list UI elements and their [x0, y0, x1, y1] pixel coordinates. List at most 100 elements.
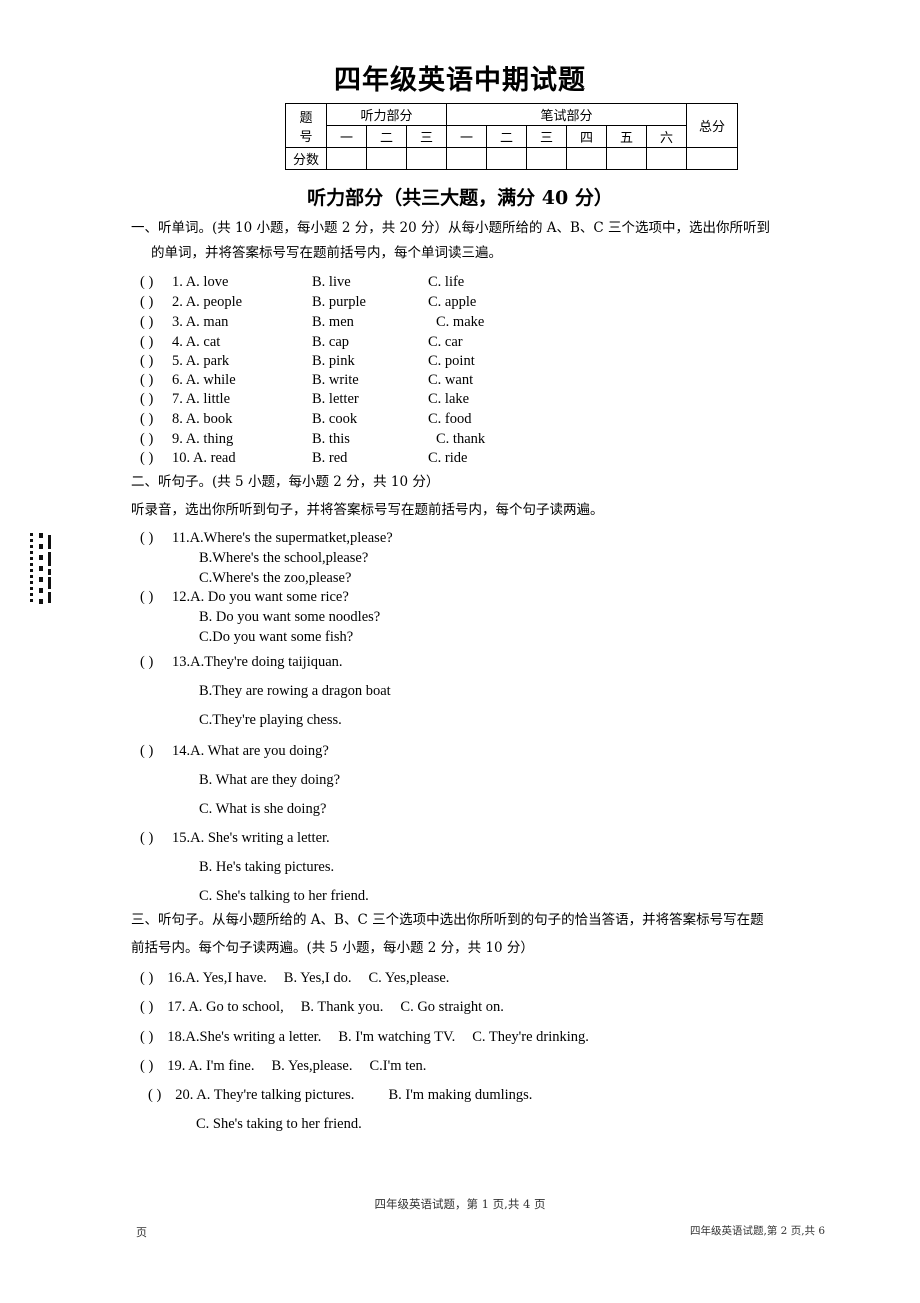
option-b[interactable]: B. live	[312, 274, 351, 291]
question-item-15[interactable]: ( ) 15.A. She's writing a letter. B. He'…	[140, 824, 369, 911]
option-a[interactable]: 18.A.She's writing a letter.	[167, 1029, 321, 1045]
question-item-18[interactable]: ( ) 18.A.She's writing a letter. B. I'm wa…	[140, 1029, 589, 1046]
option-b[interactable]: B. Yes,I do.	[284, 970, 352, 986]
option-a[interactable]: 16.A. Yes,I have.	[167, 970, 266, 986]
answer-bracket[interactable]: ( )	[140, 999, 153, 1015]
score-blank[interactable]	[606, 147, 647, 170]
option-b[interactable]: B.They are rowing a dragon boat	[172, 677, 391, 706]
answer-bracket[interactable]: ( )	[140, 587, 153, 607]
answer-bracket[interactable]: ( )	[140, 353, 153, 370]
option-b[interactable]: B. this	[312, 431, 350, 448]
answer-bracket[interactable]: ( )	[140, 648, 153, 677]
score-blank-total[interactable]	[686, 147, 738, 170]
option-c[interactable]: C. make	[436, 314, 484, 331]
answer-bracket[interactable]: ( )	[140, 970, 153, 986]
option-b[interactable]: B. red	[312, 450, 347, 467]
option-c[interactable]: C. point	[428, 353, 475, 370]
option-a[interactable]: 3. A. man	[172, 314, 228, 331]
answer-bracket[interactable]: ( )	[148, 1087, 161, 1103]
option-b[interactable]: B.Where's the school,please?	[172, 548, 393, 568]
score-blank[interactable]	[526, 147, 567, 170]
answer-bracket[interactable]: ( )	[140, 431, 153, 448]
option-a[interactable]: 20. A. They're talking pictures.	[175, 1087, 354, 1103]
question-item-20-option-c[interactable]: C. She's taking to her friend.	[196, 1116, 362, 1133]
option-b[interactable]: B. He's taking pictures.	[172, 853, 369, 882]
option-c[interactable]: C.Where's the zoo,please?	[172, 568, 393, 588]
answer-bracket[interactable]: ( )	[140, 737, 153, 766]
answer-bracket[interactable]: ( )	[140, 824, 153, 853]
option-a[interactable]: 12.A. Do you want some rice?	[172, 587, 380, 607]
option-a[interactable]: 9. A. thing	[172, 431, 233, 448]
score-blank[interactable]	[446, 147, 487, 170]
option-b[interactable]: B. I'm making dumlings.	[388, 1087, 532, 1103]
option-c[interactable]: C.I'm ten.	[369, 1058, 426, 1074]
answer-bracket[interactable]: ( )	[140, 372, 153, 389]
option-c[interactable]: C. car	[428, 334, 463, 351]
option-a[interactable]: 4. A. cat	[172, 334, 220, 351]
option-b[interactable]: B. purple	[312, 294, 366, 311]
option-a[interactable]: 1. A. love	[172, 274, 228, 291]
answer-bracket[interactable]: ( )	[140, 314, 153, 331]
option-b[interactable]: B. men	[312, 314, 354, 331]
answer-bracket[interactable]: ( )	[140, 1029, 153, 1045]
answer-bracket[interactable]: ( )	[140, 391, 153, 408]
option-a[interactable]: 2. A. people	[172, 294, 242, 311]
question-item-17[interactable]: ( ) 17. A. Go to school, B. Thank you. C. G…	[140, 999, 504, 1016]
score-blank[interactable]	[566, 147, 607, 170]
option-c[interactable]: C. What is she doing?	[172, 795, 340, 824]
answer-bracket[interactable]: ( )	[140, 274, 153, 291]
question-item-14[interactable]: ( ) 14.A. What are you doing? B. What ar…	[140, 737, 340, 824]
option-a[interactable]: 5. A. park	[172, 353, 229, 370]
question-item-11[interactable]: ( ) 11.A.Where's the supermatket,please?…	[140, 528, 393, 588]
option-c[interactable]: C. thank	[436, 431, 485, 448]
option-a[interactable]: 19. A. I'm fine.	[167, 1058, 254, 1074]
option-a[interactable]: 15.A. She's writing a letter.	[172, 824, 369, 853]
answer-bracket[interactable]: ( )	[140, 1058, 153, 1074]
option-a[interactable]: 10. A. read	[172, 450, 236, 467]
score-blank[interactable]	[326, 147, 367, 170]
option-b[interactable]: B. Thank you.	[301, 999, 384, 1015]
option-b[interactable]: B. I'm watching TV.	[338, 1029, 455, 1045]
option-c[interactable]: C. She's talking to her friend.	[172, 882, 369, 911]
score-blank[interactable]	[366, 147, 407, 170]
option-c[interactable]: C. lake	[428, 391, 469, 408]
option-c[interactable]: C. apple	[428, 294, 476, 311]
score-blank[interactable]	[406, 147, 447, 170]
option-a[interactable]: 14.A. What are you doing?	[172, 737, 340, 766]
option-c[interactable]: C. They're drinking.	[472, 1029, 589, 1045]
option-c[interactable]: C. Yes,please.	[368, 970, 449, 986]
option-b[interactable]: B. pink	[312, 353, 355, 370]
answer-bracket[interactable]: ( )	[140, 294, 153, 311]
option-b[interactable]: B. write	[312, 372, 359, 389]
option-a[interactable]: 17. A. Go to school,	[167, 999, 283, 1015]
score-blank[interactable]	[486, 147, 527, 170]
option-b[interactable]: B. Yes,please.	[271, 1058, 352, 1074]
question-item-12[interactable]: ( ) 12.A. Do you want some rice? B. Do y…	[140, 587, 380, 647]
option-c[interactable]: C. life	[428, 274, 464, 291]
option-c[interactable]: C. Go straight on.	[400, 999, 504, 1015]
question-item-19[interactable]: ( ) 19. A. I'm fine. B. Yes,please. C.I'm t…	[140, 1058, 426, 1075]
answer-bracket[interactable]: ( )	[140, 411, 153, 428]
option-b[interactable]: B. cap	[312, 334, 349, 351]
option-a[interactable]: 13.A.They're doing taijiquan.	[172, 648, 391, 677]
option-c[interactable]: C. food	[428, 411, 472, 428]
option-a[interactable]: 11.A.Where's the supermatket,please?	[172, 528, 393, 548]
question-item-13[interactable]: ( ) 13.A.They're doing taijiquan. B.They…	[140, 648, 391, 735]
option-c[interactable]: C.Do you want some fish?	[172, 627, 380, 647]
option-b[interactable]: B. cook	[312, 411, 357, 428]
option-b[interactable]: B. Do you want some noodles?	[172, 607, 380, 627]
answer-bracket[interactable]: ( )	[140, 450, 153, 467]
question-item-16[interactable]: ( ) 16.A. Yes,I have. B. Yes,I do. C. Yes,p…	[140, 970, 449, 987]
option-b[interactable]: B. What are they doing?	[172, 766, 340, 795]
option-b[interactable]: B. letter	[312, 391, 359, 408]
option-a[interactable]: 6. A. while	[172, 372, 236, 389]
answer-bracket[interactable]: ( )	[140, 528, 153, 548]
option-c[interactable]: C. ride	[428, 450, 467, 467]
score-blank[interactable]	[646, 147, 687, 170]
question-item-20[interactable]: ( ) 20. A. They're talking pictures. B. I'…	[148, 1087, 532, 1104]
option-c[interactable]: C. want	[428, 372, 473, 389]
option-a[interactable]: 8. A. book	[172, 411, 232, 428]
option-a[interactable]: 7. A. little	[172, 391, 230, 408]
option-c[interactable]: C.They're playing chess.	[172, 706, 391, 735]
answer-bracket[interactable]: ( )	[140, 334, 153, 351]
